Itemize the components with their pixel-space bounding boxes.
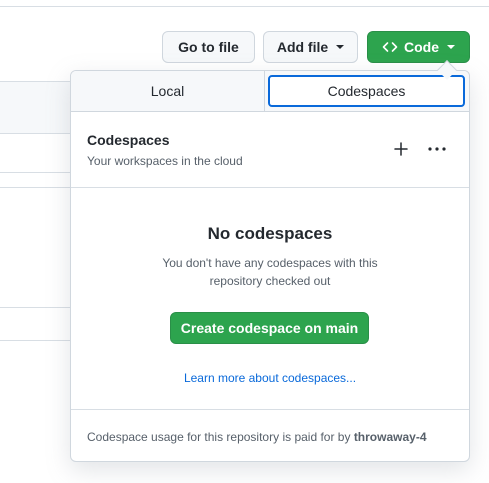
table-row-divider — [0, 172, 70, 173]
tab-codespaces-label: Codespaces — [327, 83, 406, 99]
table-row-divider — [0, 133, 70, 134]
table-row-divider — [0, 340, 70, 341]
kebab-horizontal-icon[interactable] — [426, 141, 448, 157]
add-file-label: Add file — [276, 39, 329, 55]
codespaces-header: Codespaces Your workspaces in the cloud — [71, 112, 469, 188]
tab-codespaces[interactable]: Codespaces — [268, 75, 465, 107]
caret-down-icon — [447, 45, 455, 49]
code-button[interactable]: Code — [367, 31, 470, 63]
add-file-button[interactable]: Add file — [263, 31, 358, 63]
table-row-divider — [0, 187, 70, 188]
empty-title: No codespaces — [207, 224, 333, 243]
learn-more-label: Learn more about codespaces... — [183, 371, 357, 385]
tab-local-label: Local — [150, 83, 185, 99]
learn-more-link[interactable]: Learn more about codespaces... — [71, 371, 469, 385]
create-codespace-label: Create codespace on main — [180, 320, 359, 336]
caret-down-icon — [336, 45, 345, 49]
go-to-file-button[interactable]: Go to file — [162, 31, 255, 63]
go-to-file-label: Go to file — [178, 39, 239, 55]
tab-bar: Local Codespaces — [71, 71, 469, 112]
table-row-divider — [0, 307, 70, 308]
file-table-header — [0, 81, 70, 133]
tab-local[interactable]: Local — [71, 71, 265, 111]
footer-text: Codespace usage for this repository is p… — [87, 430, 354, 444]
empty-state: No codespaces You don't have any codespa… — [71, 188, 469, 410]
table-row-divider — [0, 81, 70, 82]
code-dropdown-panel: Local Codespaces Codespaces Your workspa… — [70, 70, 470, 462]
create-codespace-button[interactable]: Create codespace on main — [170, 312, 369, 344]
empty-description: You don't have any codespaces with this … — [162, 256, 378, 288]
billing-footer: Codespace usage for this repository is p… — [71, 410, 469, 461]
code-icon — [382, 42, 398, 52]
code-label: Code — [404, 39, 439, 55]
page-divider — [0, 6, 489, 7]
plus-icon[interactable] — [393, 141, 409, 157]
footer-owner: throwaway-4 — [353, 430, 427, 444]
